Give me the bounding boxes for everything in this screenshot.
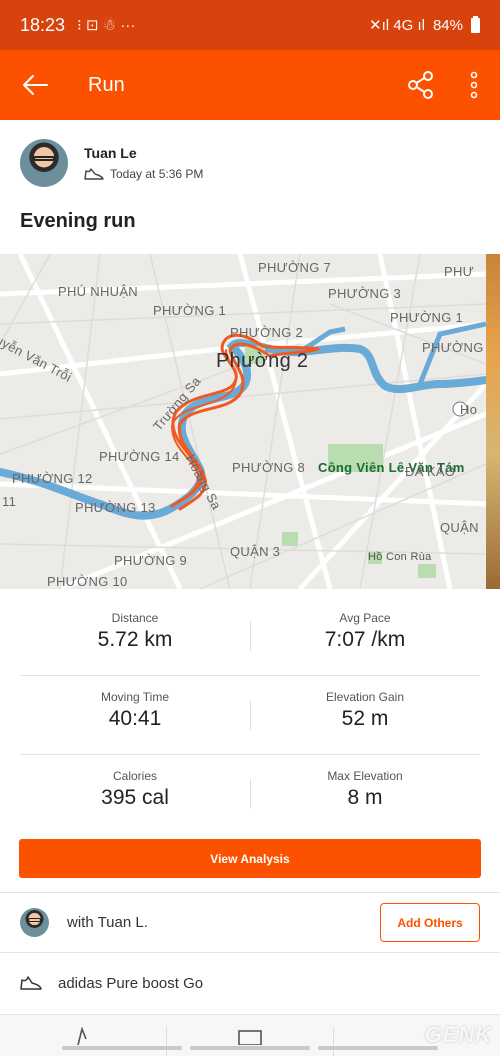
page-title: Run [88, 73, 125, 96]
gear-name: adidas Pure boost Go [58, 974, 204, 992]
athlete-name[interactable]: Tuan Le [84, 145, 203, 161]
square-icon[interactable] [237, 1027, 263, 1045]
map-label: Công Viên Lê Văn Tám [318, 460, 465, 475]
map-label: 11 [2, 494, 17, 509]
stat-calories: Calories 395 cal [20, 755, 250, 834]
stat-value: 40:41 [108, 707, 162, 730]
system-nav-bar [318, 1046, 438, 1050]
stat-value: 5.72 km [97, 628, 173, 651]
stat-max-elevation: Max Elevation 8 m [250, 755, 480, 834]
add-others-button[interactable]: Add Others [380, 903, 480, 942]
watermark-logo: GENK [424, 1022, 492, 1047]
stat-label: Calories [112, 769, 157, 783]
stat-label: Max Elevation [327, 769, 403, 783]
system-nav-bar [190, 1046, 310, 1050]
map-label: PHƯỜNG 7 [258, 260, 332, 275]
stats-row: Moving Time 40:41 Elevation Gain 52 m [20, 676, 480, 755]
map-label: PHƯỜNG 13 [75, 500, 156, 515]
map-label: PHƯỜNG 14 [99, 449, 180, 464]
stats-row: Calories 395 cal Max Elevation 8 m [20, 755, 480, 834]
activity-time: Today at 5:36 PM [110, 167, 204, 181]
signal-icons: ✕ıl 4G ıl [369, 17, 425, 34]
more-vertical-icon [470, 71, 478, 99]
with-athletes-text[interactable]: with Tuan L. [67, 914, 148, 931]
map-label: Phường 2 [216, 350, 309, 372]
map-label: PHƯỜNG 3 [328, 286, 402, 301]
map-canvas [0, 254, 486, 589]
stats-grid: Distance 5.72 km Avg Pace 7:07 /km Movin… [20, 597, 480, 834]
map-label: Hồ Con Rùa [368, 551, 432, 563]
avatar[interactable] [20, 139, 68, 187]
app-bar: Run [0, 50, 500, 120]
map-label: PHƯỜNG 10 [47, 574, 128, 589]
map-label: PHƯỜNG 9 [114, 553, 188, 568]
map-label: QUẬN [440, 520, 479, 535]
photo-thumbnail-edge[interactable] [486, 254, 500, 589]
stat-avg-pace: Avg Pace 7:07 /km [250, 597, 480, 675]
arrow-left-icon [23, 75, 48, 95]
map-label: PHƯỜNG 2 [230, 325, 304, 340]
map-label: PHƯỜNG 1 [153, 303, 227, 318]
divider [0, 952, 500, 953]
divider [0, 892, 500, 893]
status-bar: 18:23 ⁝ ⊡ ☃ ··· ✕ıl 4G ıl 84% [0, 0, 500, 50]
map-label: PHƯỜNG 12 [12, 471, 93, 486]
shoe-icon [20, 976, 42, 990]
map-label: PHƯỜNG 1 [390, 310, 464, 325]
shoe-icon [84, 168, 104, 180]
athlete-header: Tuan Le Today at 5:36 PM [20, 138, 480, 188]
map-label: QUẬN 3 [230, 544, 281, 559]
back-button[interactable] [0, 50, 70, 120]
stat-moving-time: Moving Time 40:41 [20, 676, 250, 754]
stats-row: Distance 5.72 km Avg Pace 7:07 /km [20, 597, 480, 676]
battery-percent: 84% [432, 16, 463, 34]
activity-title: Evening run [20, 210, 136, 232]
stat-elevation-gain: Elevation Gain 52 m [250, 676, 480, 754]
map-label: PHÚ NHUẬN [58, 284, 138, 299]
battery-icon [471, 15, 480, 33]
stat-label: Moving Time [100, 690, 170, 704]
stat-value: 7:07 /km [324, 628, 406, 651]
more-options-button[interactable] [462, 68, 486, 102]
stat-label: Elevation Gain [325, 690, 405, 704]
share-icon [408, 71, 433, 99]
group-activity-row: with Tuan L. Add Others [20, 896, 480, 948]
stat-label: Avg Pace [339, 611, 391, 625]
avatar[interactable] [20, 907, 49, 937]
view-analysis-button[interactable]: View Analysis [19, 839, 481, 878]
map-label: PHƯỜNG [422, 340, 484, 355]
stat-value: 52 m [341, 707, 389, 730]
stat-label: Distance [111, 611, 159, 625]
stat-value: 395 cal [101, 786, 169, 809]
activity-icon[interactable] [72, 1027, 98, 1045]
stat-value: 8 m [347, 786, 383, 809]
map-label: Ho [460, 402, 478, 417]
map-label: PHƯỜNG 8 [232, 460, 306, 475]
stat-distance: Distance 5.72 km [20, 597, 250, 675]
share-button[interactable] [404, 68, 438, 102]
route-map[interactable]: PHƯỜNG 7 PHƯ PHÚ NHUẬN PHƯỜNG 3 PHƯỜNG 1… [0, 254, 486, 589]
map-label: ĐA KAO [405, 464, 456, 479]
gear-row[interactable]: adidas Pure boost Go [20, 961, 480, 1005]
map-label: PHƯ [444, 264, 475, 279]
bottom-navigation: GENK [0, 1014, 500, 1056]
notification-icons: ⁝ ⊡ ☃ ··· [77, 17, 136, 34]
system-nav-bar [62, 1046, 182, 1050]
status-time: 18:23 [20, 14, 66, 35]
